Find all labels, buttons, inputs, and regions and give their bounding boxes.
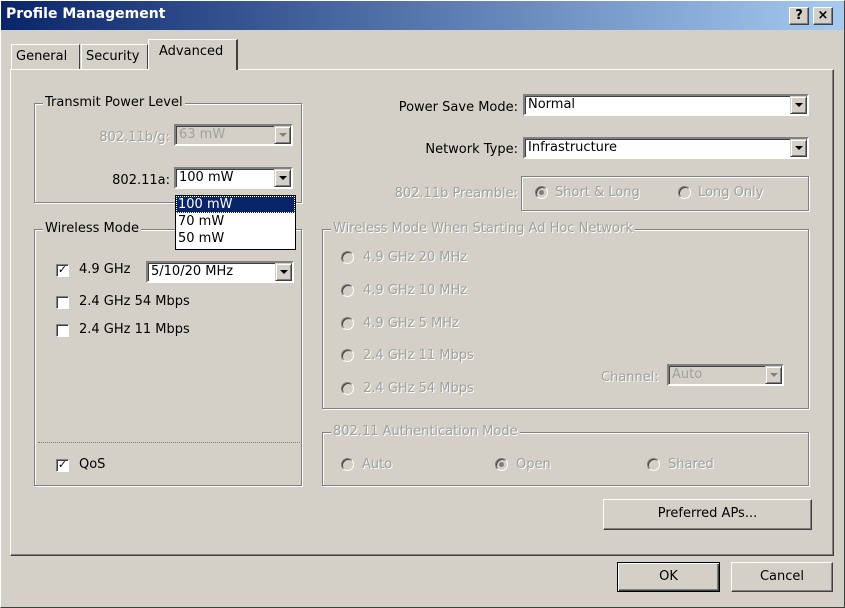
channel-select: Auto [667,364,784,386]
help-button[interactable]: ? [789,7,809,25]
auth-mode-group: 802.11 Authentication Mode [322,424,809,486]
radio-adhoc-4-9-5 [341,317,354,330]
bandwidth-value: 5/10/20 MHz [151,264,234,279]
radio-adhoc-2-4-54-label: 2.4 GHz 54 Mbps [363,381,474,396]
channel-value: Auto [672,367,703,382]
bandwidth-select[interactable]: 5/10/20 MHz [146,261,294,283]
transmit-power-legend: Transmit Power Level [43,95,185,110]
checkbox-4-9ghz[interactable]: ✓ [56,264,69,277]
adhoc-mode-legend: Wireless Mode When Starting Ad Hoc Netwo… [331,221,635,236]
radio-long-only-label: Long Only [698,185,764,200]
chevron-down-icon[interactable] [790,96,807,114]
radio-long-only [678,186,691,199]
tab-general-label: General [16,49,68,64]
tab-security[interactable]: Security [81,44,148,70]
dropdown-option-50mw[interactable]: 50 mW [176,230,295,247]
radio-auth-auto [341,458,354,471]
radio-adhoc-4-9-20 [341,251,354,264]
a-power-dropdown-list[interactable]: 100 mW 70 mW 50 mW [175,195,296,250]
power-save-value: Normal [528,97,576,112]
cancel-button[interactable]: Cancel [731,562,833,592]
network-type-value: Infrastructure [528,140,617,155]
bg-power-select: 63 mW [174,124,293,146]
radio-auth-shared [647,458,660,471]
bg-power-value: 63 mW [179,127,226,142]
radio-adhoc-2-4-11-label: 2.4 GHz 11 Mbps [363,348,474,363]
checkbox-4-9ghz-label: 4.9 GHz [79,262,131,277]
bg-power-label: 802.11b/g: [99,130,170,145]
tab-security-label: Security [86,49,140,64]
dropdown-option-70mw[interactable]: 70 mW [176,213,295,230]
tab-advanced[interactable]: Advanced [148,39,238,70]
radio-auth-shared-label: Shared [668,457,714,472]
checkbox-2-4ghz-11[interactable] [56,324,69,337]
auth-mode-legend: 802.11 Authentication Mode [331,424,520,439]
tab-advanced-label: Advanced [159,44,224,59]
preferred-aps-button[interactable]: Preferred APs... [603,499,812,530]
chevron-down-icon [765,366,782,384]
radio-adhoc-2-4-54 [341,382,354,395]
radio-auth-open [495,458,508,471]
radio-adhoc-4-9-10-label: 4.9 GHz 10 MHz [363,283,468,298]
radio-adhoc-4-9-5-label: 4.9 GHz 5 MHz [363,316,459,331]
radio-auth-auto-label: Auto [362,457,393,472]
checkbox-2-4ghz-54[interactable] [56,296,69,309]
chevron-down-icon [274,126,291,144]
radio-adhoc-4-9-10 [341,284,354,297]
checkbox-2-4ghz-54-label: 2.4 GHz 54 Mbps [79,294,190,309]
qos-separator [38,442,300,443]
network-type-label: Network Type: [425,142,518,157]
power-save-select[interactable]: Normal [523,94,809,116]
chevron-down-icon[interactable] [790,139,807,157]
title-bar[interactable]: Profile Management ? × [0,0,845,30]
preamble-label: 802.11b Preamble: [394,186,518,201]
window-title: Profile Management [6,6,166,22]
wireless-mode-legend: Wireless Mode [43,221,141,236]
chevron-down-icon[interactable] [274,169,291,187]
radio-auth-open-label: Open [516,457,551,472]
tab-general[interactable]: General [11,44,80,70]
channel-label: Channel: [601,370,659,385]
checkbox-qos-label: QoS [79,457,106,472]
radio-adhoc-2-4-11 [341,349,354,362]
checkbox-2-4ghz-11-label: 2.4 GHz 11 Mbps [79,322,190,337]
radio-short-long-label: Short & Long [555,185,640,200]
dropdown-option-100mw[interactable]: 100 mW [176,196,295,213]
ok-button[interactable]: OK [617,562,720,592]
close-button[interactable]: × [813,7,833,25]
a-power-select[interactable]: 100 mW [174,167,293,189]
power-save-label: Power Save Mode: [398,100,518,115]
a-power-label: 802.11a: [112,173,170,188]
a-power-value: 100 mW [179,170,234,185]
checkbox-qos[interactable]: ✓ [56,459,69,472]
network-type-select[interactable]: Infrastructure [523,137,809,159]
chevron-down-icon[interactable] [275,263,292,281]
radio-adhoc-4-9-20-label: 4.9 GHz 20 MHz [363,250,468,265]
radio-short-long [535,186,548,199]
